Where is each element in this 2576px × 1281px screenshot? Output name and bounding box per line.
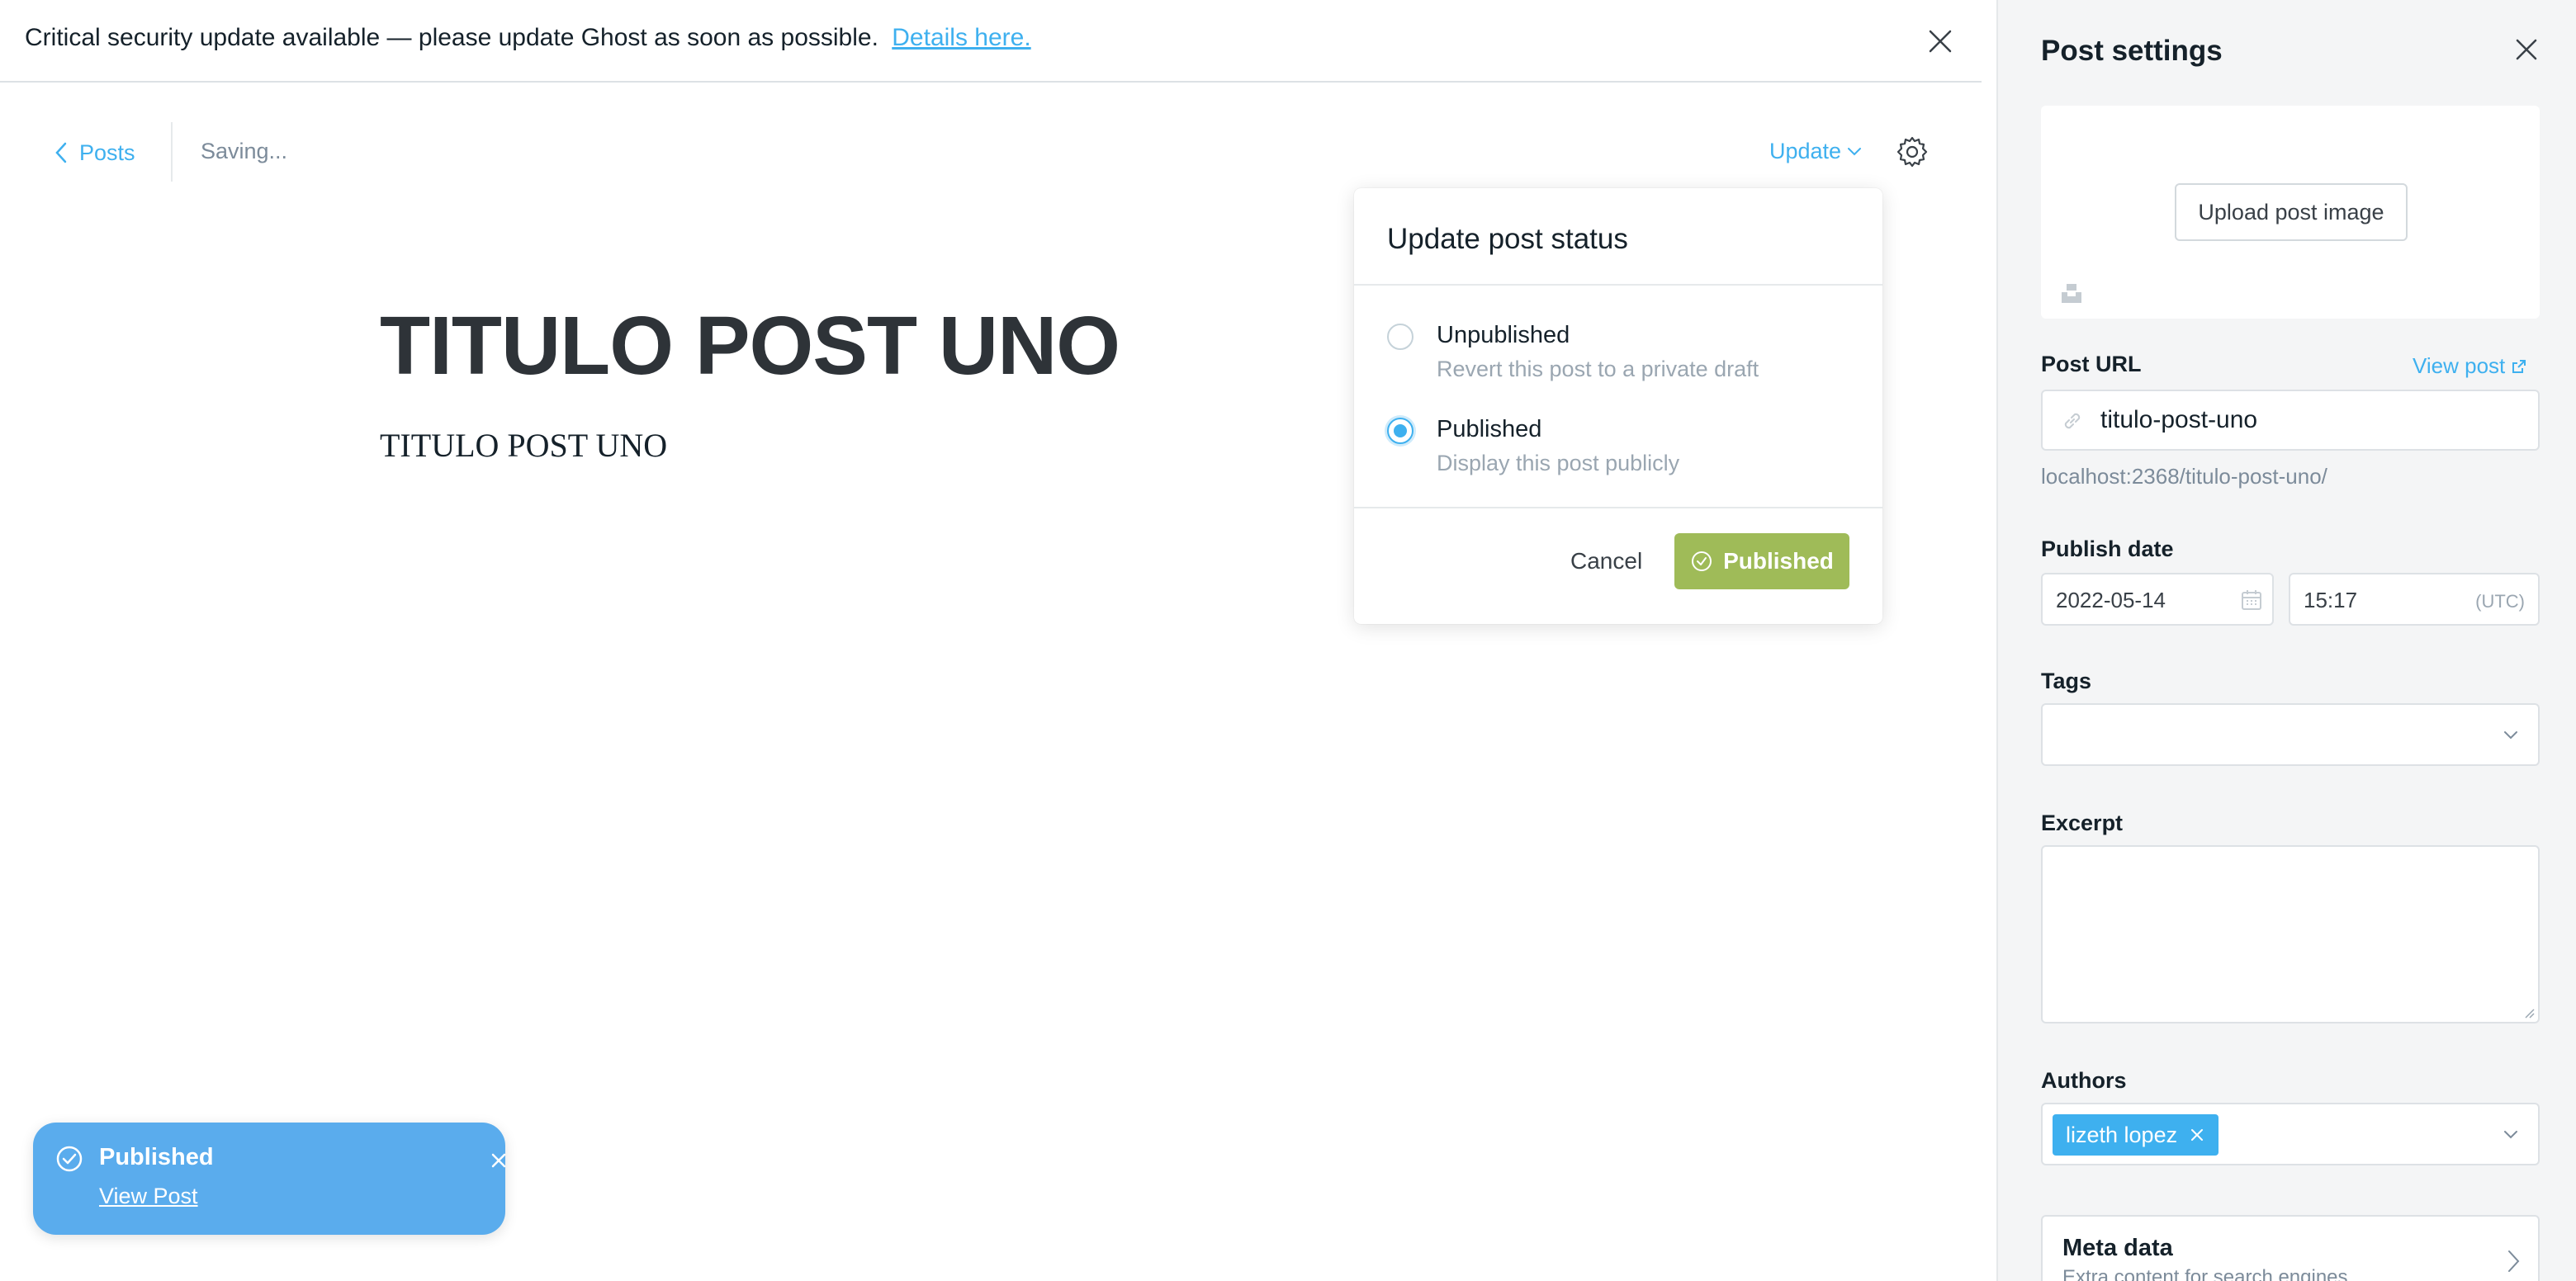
author-chip[interactable]: lizeth lopez (2053, 1114, 2219, 1156)
author-name: lizeth lopez (2066, 1122, 2178, 1147)
authors-label: Authors (2041, 1068, 2127, 1093)
meta-data-section[interactable]: Meta data Extra content for search engin… (2041, 1215, 2540, 1281)
radio-unpublished[interactable] (1387, 324, 1413, 350)
banner-message: Critical security update available — ple… (25, 24, 1031, 52)
date-value: 2022-05-14 (2056, 588, 2166, 612)
chevron-right-icon (2508, 1250, 2520, 1272)
option-label: Published (1437, 416, 1542, 442)
security-banner: Critical security update available — ple… (0, 0, 1982, 83)
panel-title: Post settings (2041, 35, 2223, 67)
dropdown-title: Update post status (1387, 223, 1628, 255)
post-body[interactable]: TITULO POST UNO (380, 426, 667, 465)
option-unpublished[interactable]: Unpublished Revert this post to a privat… (1387, 320, 1849, 386)
upload-image-button[interactable]: Upload post image (2175, 183, 2408, 241)
option-description: Display this post publicly (1437, 451, 1680, 475)
chevron-left-icon (55, 142, 67, 163)
divider (1354, 507, 1882, 508)
published-button-label: Published (1723, 548, 1834, 574)
update-label: Update (1769, 139, 1842, 163)
post-settings-panel: Post settings Upload post image Post URL… (1996, 0, 2576, 1281)
link-icon (2064, 413, 2081, 429)
cancel-button[interactable]: Cancel (1570, 548, 1642, 574)
option-published[interactable]: Published Display this post publicly (1387, 414, 1849, 480)
posts-back-link[interactable]: Posts (54, 135, 135, 170)
banner-text: Critical security update available — ple… (25, 24, 878, 51)
toast-title: Published (99, 1144, 214, 1170)
time-value: 15:17 (2304, 588, 2358, 612)
posts-back-label: Posts (79, 139, 135, 165)
meta-data-description: Extra content for search engines (2062, 1266, 2348, 1281)
editor-area: Critical security update available — ple… (0, 0, 1982, 1281)
post-url-preview: localhost:2368/titulo-post-uno/ (2041, 464, 2327, 489)
chevron-down-icon (1848, 147, 1862, 155)
header-divider (171, 122, 173, 182)
excerpt-textarea[interactable] (2041, 845, 2540, 1023)
view-post-label: View post (2413, 353, 2506, 378)
published-toast: Published View Post (33, 1123, 506, 1235)
update-button[interactable]: Update (1769, 139, 1863, 164)
gear-icon[interactable] (1896, 135, 1929, 168)
check-circle-icon (56, 1146, 83, 1172)
post-slug-value: titulo-post-uno (2100, 406, 2258, 433)
resize-grip-icon[interactable] (2522, 1005, 2535, 1019)
published-button[interactable]: Published (1674, 533, 1849, 589)
close-icon[interactable] (2513, 36, 2540, 63)
timezone-label: (UTC) (2475, 591, 2525, 612)
check-circle-icon (1692, 551, 1712, 571)
radio-published[interactable] (1387, 418, 1413, 444)
view-post-link[interactable]: View Post (99, 1184, 198, 1209)
option-label: Unpublished (1437, 322, 1570, 348)
tags-input[interactable] (2041, 703, 2540, 766)
post-title[interactable]: TITULO POST UNO (380, 299, 1120, 394)
close-icon[interactable] (489, 1151, 509, 1170)
calendar-icon[interactable] (2239, 588, 2264, 612)
publish-date-input[interactable]: 2022-05-14 (2041, 573, 2274, 626)
excerpt-label: Excerpt (2041, 811, 2124, 835)
meta-data-title: Meta data (2062, 1235, 2173, 1261)
authors-input[interactable]: lizeth lopez (2041, 1103, 2540, 1165)
chevron-down-icon (2504, 731, 2517, 740)
tags-label: Tags (2041, 669, 2092, 693)
publish-time-input[interactable]: 15:17 (UTC) (2289, 573, 2540, 626)
option-description: Revert this post to a private draft (1437, 357, 1759, 381)
unsplash-icon[interactable] (2059, 281, 2084, 305)
external-link-icon (2512, 359, 2526, 373)
post-url-label: Post URL (2041, 352, 2142, 376)
close-icon[interactable] (1924, 25, 1957, 58)
publish-date-label: Publish date (2041, 537, 2174, 561)
update-status-dropdown: Update post status Unpublished Revert th… (1354, 188, 1882, 624)
save-status: Saving... (201, 139, 288, 163)
divider (1354, 284, 1882, 286)
chevron-down-icon (2504, 1131, 2517, 1139)
post-image-dropzone[interactable]: Upload post image (2041, 106, 2540, 319)
banner-details-link[interactable]: Details here. (892, 24, 1030, 51)
remove-icon[interactable] (2189, 1127, 2205, 1143)
post-url-input[interactable]: titulo-post-uno (2041, 390, 2540, 451)
view-post-link[interactable]: View post (2413, 353, 2526, 379)
